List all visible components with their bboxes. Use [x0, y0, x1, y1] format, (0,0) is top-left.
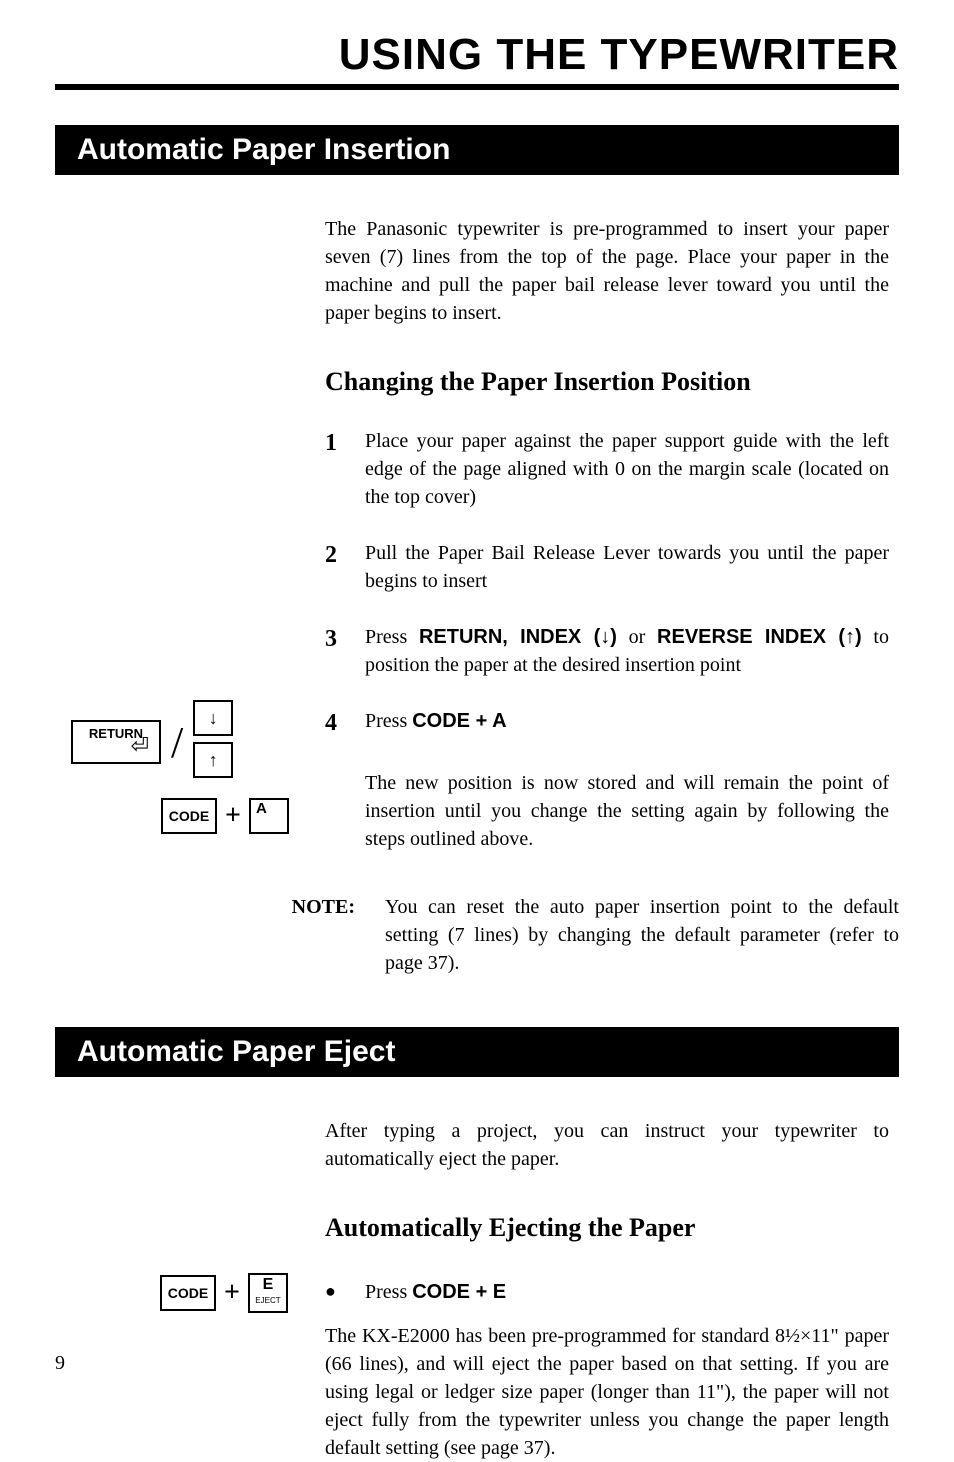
text: Press [365, 1281, 412, 1303]
index-up-key-icon: ↑ [193, 742, 233, 778]
key-ref: REVERSE INDEX (↑) [657, 626, 862, 648]
return-glyph-icon: ⏎ [131, 733, 149, 759]
eject-text-col: After typing a project, you can instruct… [325, 1117, 899, 1273]
e-key-label: E [263, 1276, 274, 1293]
eject-body: The KX-E2000 has been pre-programmed for… [325, 1322, 889, 1462]
eject-content: After typing a project, you can instruct… [55, 1117, 899, 1273]
section-heading-eject: Automatic Paper Eject [55, 1027, 899, 1077]
key-ref: RETURN, INDEX (↓) [419, 626, 617, 648]
plus-separator: + [225, 800, 241, 832]
note-label: NOTE: [275, 893, 385, 977]
page-number: 9 [55, 1352, 65, 1375]
bullet-icon: ● [325, 1281, 365, 1304]
a-key-icon: A [249, 798, 289, 834]
step-2: 2 Pull the Paper Bail Release Lever towa… [325, 539, 889, 595]
insertion-intro: The Panasonic typewriter is pre-programm… [325, 215, 889, 327]
note-body: You can reset the auto paper insertion p… [385, 893, 899, 977]
insertion-after: The new position is now stored and will … [325, 769, 889, 853]
eject-key-col: CODE + E EJECT [55, 1273, 325, 1333]
return-key-icon: RETURN ⏎ [71, 720, 161, 764]
note-spacer [55, 893, 275, 1027]
insertion-steps: 1 Place your paper against the paper sup… [325, 427, 889, 741]
insertion-diagram-col: RETURN ⏎ / ↓ ↑ CODE + A [55, 215, 325, 893]
step-body: Press RETURN, INDEX (↓) or REVERSE INDEX… [365, 623, 889, 679]
code-key-icon: CODE [161, 798, 217, 834]
key-diagram-eject: CODE + E EJECT [160, 1273, 288, 1313]
plus-separator: + [224, 1277, 240, 1309]
eject-bullet-col: ● Press CODE + E The KX-E2000 has been p… [325, 1273, 899, 1462]
key-diagram-insertion: RETURN ⏎ / ↓ ↑ CODE + A [71, 700, 289, 834]
index-keys-stack: ↓ ↑ [193, 700, 233, 784]
step-body: Press CODE + A [365, 707, 889, 741]
note-row-wrap: NOTE: You can reset the auto paper inser… [55, 893, 899, 1027]
bullet-body: Press CODE + E [365, 1281, 506, 1304]
step-number: 4 [325, 707, 365, 741]
e-key-sublabel: EJECT [250, 1297, 286, 1305]
insertion-note: NOTE: You can reset the auto paper inser… [275, 893, 899, 977]
eject-diagram-col [55, 1117, 325, 1273]
e-key-icon: E EJECT [248, 1273, 288, 1313]
page-title: USING THE TYPEWRITER [55, 30, 899, 90]
insertion-text-col: The Panasonic typewriter is pre-programm… [325, 215, 899, 893]
eject-bullet-row: CODE + E EJECT ● Press CODE + E The KX-E… [55, 1273, 899, 1462]
text: Press [365, 626, 419, 648]
insertion-subheading: Changing the Paper Insertion Position [325, 367, 889, 397]
text: or [617, 626, 657, 648]
eject-bullet: ● Press CODE + E [325, 1281, 889, 1304]
step-3: 3 Press RETURN, INDEX (↓) or REVERSE IND… [325, 623, 889, 679]
index-down-key-icon: ↓ [193, 700, 233, 736]
eject-intro: After typing a project, you can instruct… [325, 1117, 889, 1173]
step-1: 1 Place your paper against the paper sup… [325, 427, 889, 511]
step-number: 1 [325, 427, 365, 511]
step-number: 3 [325, 623, 365, 679]
text: Press [365, 710, 412, 732]
section-heading-insertion: Automatic Paper Insertion [55, 125, 899, 175]
step-4: 4 Press CODE + A [325, 707, 889, 741]
key-ref: CODE + E [412, 1281, 506, 1303]
step-body: Pull the Paper Bail Release Lever toward… [365, 539, 889, 595]
eject-subheading: Automatically Ejecting the Paper [325, 1213, 889, 1243]
step-body: Place your paper against the paper suppo… [365, 427, 889, 511]
slash-separator: / [171, 717, 183, 768]
insertion-content: RETURN ⏎ / ↓ ↑ CODE + A The Panasonic ty… [55, 215, 899, 893]
key-ref: CODE + A [412, 710, 506, 732]
code-key-icon: CODE [160, 1275, 216, 1311]
step-number: 2 [325, 539, 365, 595]
